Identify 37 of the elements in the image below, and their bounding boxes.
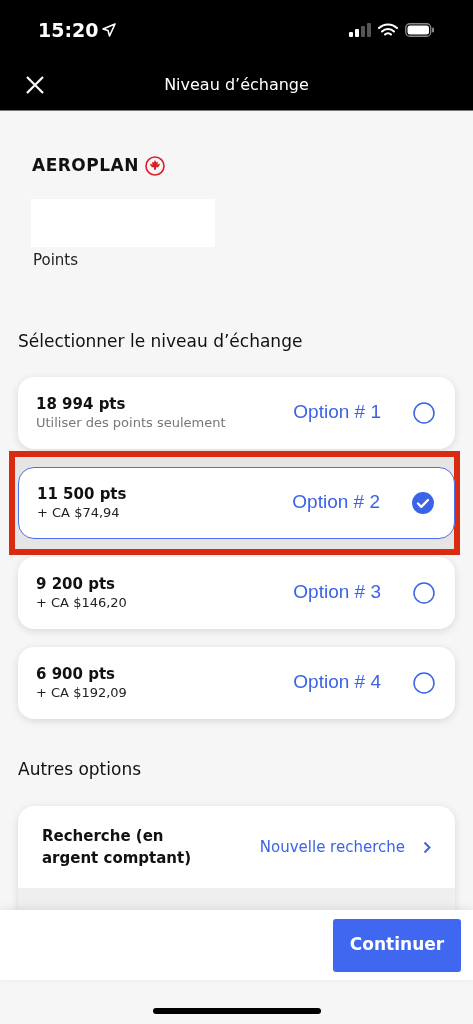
maple-leaf-icon (145, 155, 165, 176)
option-points: 18 994 pts (36, 393, 127, 414)
section-heading: Sélectionner le niveau d’échange (18, 330, 304, 353)
option-detail: + CA $192,09 (36, 683, 128, 702)
brand-logo-text: AEROPLAN (32, 154, 139, 177)
radio-icon[interactable] (413, 581, 435, 604)
option-label: Option # 4 (293, 670, 381, 695)
option-card[interactable]: 6 900 pts + CA $192,09 Option # 4 (18, 646, 455, 719)
option-label: Option # 1 (293, 400, 381, 425)
chevron-right-icon (423, 840, 431, 854)
option-card[interactable]: 9 200 pts + CA $146,20 Option # 3 (18, 556, 455, 629)
option-label: Option # 3 (293, 580, 381, 605)
option-points: 9 200 pts (36, 573, 117, 594)
close-icon (26, 76, 44, 94)
new-search-link[interactable]: Nouvelle recherche (259, 835, 431, 859)
option-points: 11 500 pts (37, 483, 128, 504)
signal-icon (349, 23, 371, 37)
radio-icon[interactable] (413, 401, 435, 424)
screen-title: Niveau d’échange (164, 74, 309, 96)
option-detail: Utiliser des points seulement (36, 413, 227, 432)
option-detail: + CA $146,20 (36, 593, 128, 612)
location-arrow-icon (102, 23, 117, 37)
other-option-title: Recherche (en argent comptant) (42, 826, 193, 869)
battery-icon (405, 23, 435, 37)
option-card[interactable]: 11 500 pts + CA $74,94 Option # 2 (18, 466, 455, 539)
continue-button[interactable]: Continuer (333, 918, 461, 972)
close-button[interactable] (24, 74, 46, 96)
wifi-icon (378, 23, 398, 37)
option-card[interactable]: 18 994 pts Utiliser des points seulement Option # 1 (18, 376, 455, 449)
radio-icon[interactable] (413, 671, 435, 694)
checked-radio-icon[interactable] (412, 491, 434, 514)
points-label: Points (33, 249, 80, 271)
section-heading: Autres options (18, 757, 143, 781)
option-detail: + CA $74,94 (37, 503, 121, 522)
option-points: 6 900 pts (36, 663, 117, 684)
option-label: Option # 2 (292, 490, 380, 515)
status-time: 15:20 (38, 17, 99, 43)
